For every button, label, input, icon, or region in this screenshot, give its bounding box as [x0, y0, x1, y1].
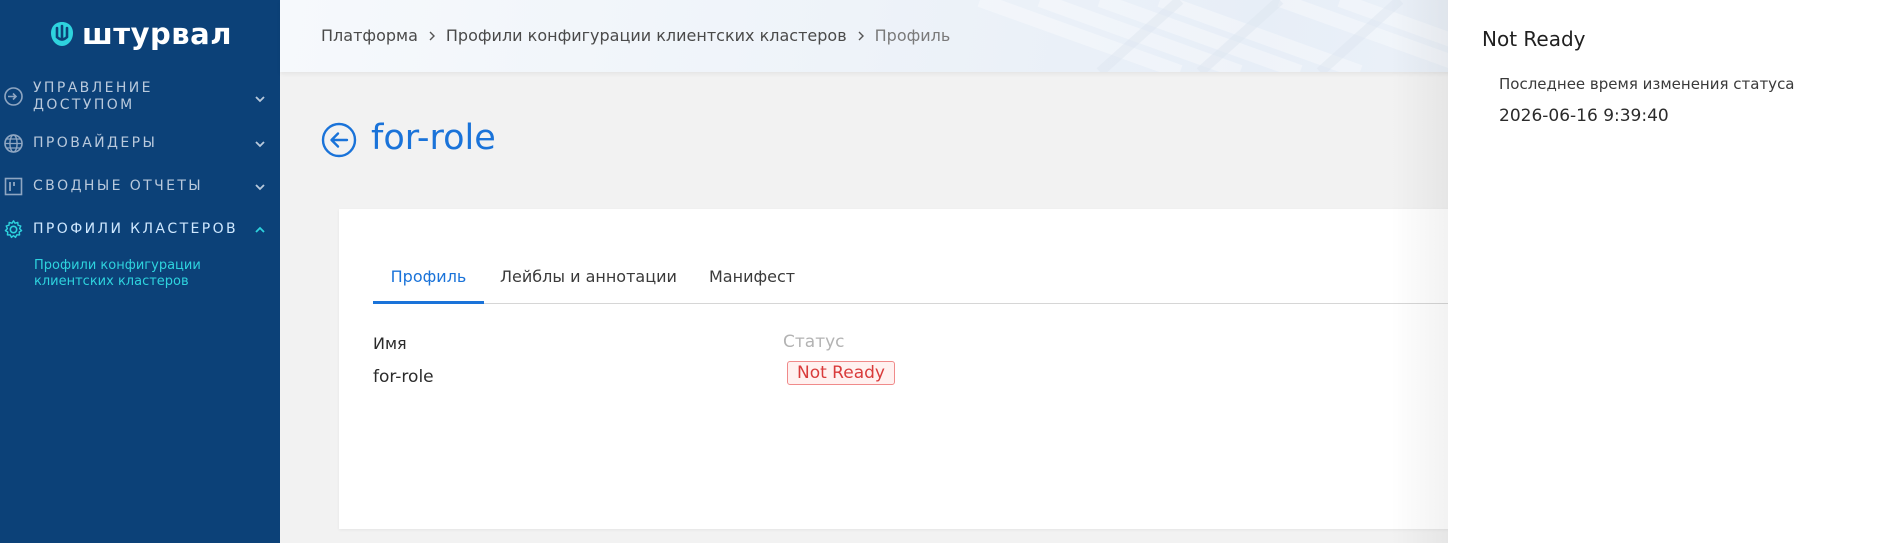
sidebar-item-label: ПРОФИЛИ КЛАСТЕРОВ: [33, 221, 239, 237]
tab-profile[interactable]: Профиль: [373, 249, 484, 304]
status-label: Статус: [783, 332, 845, 352]
chevron-right-icon: [858, 31, 864, 40]
chevron-down-icon: [255, 96, 265, 103]
chevron-right-icon: [429, 31, 435, 40]
sidebar-subitem-client-cluster-profiles[interactable]: Профили конфигурации клиентских кластеров: [34, 258, 244, 290]
name-label: Имя: [373, 334, 407, 353]
sidebar-item-access[interactable]: УПРАВЛЕНИЕ ДОСТУПОМ: [0, 80, 280, 114]
logo[interactable]: штурвал: [48, 17, 232, 51]
tab-labels-annotations[interactable]: Лейблы и аннотации: [500, 249, 677, 304]
breadcrumb-item-profiles[interactable]: Профили конфигурации клиентских кластеро…: [446, 26, 847, 45]
page-title: for-role: [371, 118, 496, 158]
back-arrow-icon[interactable]: [321, 122, 357, 158]
drawer-overlay-shadow: [1390, 0, 1450, 543]
sidebar-item-reports[interactable]: СВОДНЫЕ ОТЧЕТЫ: [0, 176, 280, 198]
breadcrumb: Платформа Профили конфигурации клиентски…: [321, 26, 950, 45]
sidebar-item-label: ПРОВАЙДЕРЫ: [33, 135, 158, 151]
access-icon: [3, 86, 24, 107]
chevron-down-icon: [255, 141, 265, 148]
chevron-down-icon: [255, 184, 265, 191]
sidebar: штурвал УПРАВЛЕНИЕ ДОСТУПОМ ПРОВАЙДЕРЫ СВ…: [0, 0, 280, 543]
board-icon: [3, 176, 24, 197]
sidebar-item-cluster-profiles[interactable]: ПРОФИЛИ КЛАСТЕРОВ: [0, 219, 280, 241]
breadcrumb-item-current: Профиль: [874, 26, 951, 45]
logo-text: штурвал: [82, 17, 232, 51]
logo-icon: [51, 22, 73, 46]
status-change-time-label: Последнее время изменения статуса: [1499, 75, 1795, 93]
globe-icon: [3, 133, 24, 154]
breadcrumb-item-platform[interactable]: Платформа: [321, 26, 418, 45]
status-change-time-value: 2026-06-16 9:39:40: [1499, 106, 1669, 126]
sidebar-item-providers[interactable]: ПРОВАЙДЕРЫ: [0, 133, 280, 155]
chevron-up-icon: [255, 226, 265, 233]
status-drawer: Not Ready Последнее время изменения стат…: [1448, 0, 1904, 543]
gear-icon: [3, 219, 24, 240]
name-value: for-role: [373, 367, 434, 387]
sidebar-item-label: СВОДНЫЕ ОТЧЕТЫ: [33, 178, 204, 194]
drawer-title: Not Ready: [1482, 27, 1586, 51]
status-badge[interactable]: Not Ready: [787, 361, 895, 385]
tab-manifest[interactable]: Манифест: [709, 249, 795, 304]
sidebar-item-label: УПРАВЛЕНИЕ ДОСТУПОМ: [33, 80, 153, 113]
